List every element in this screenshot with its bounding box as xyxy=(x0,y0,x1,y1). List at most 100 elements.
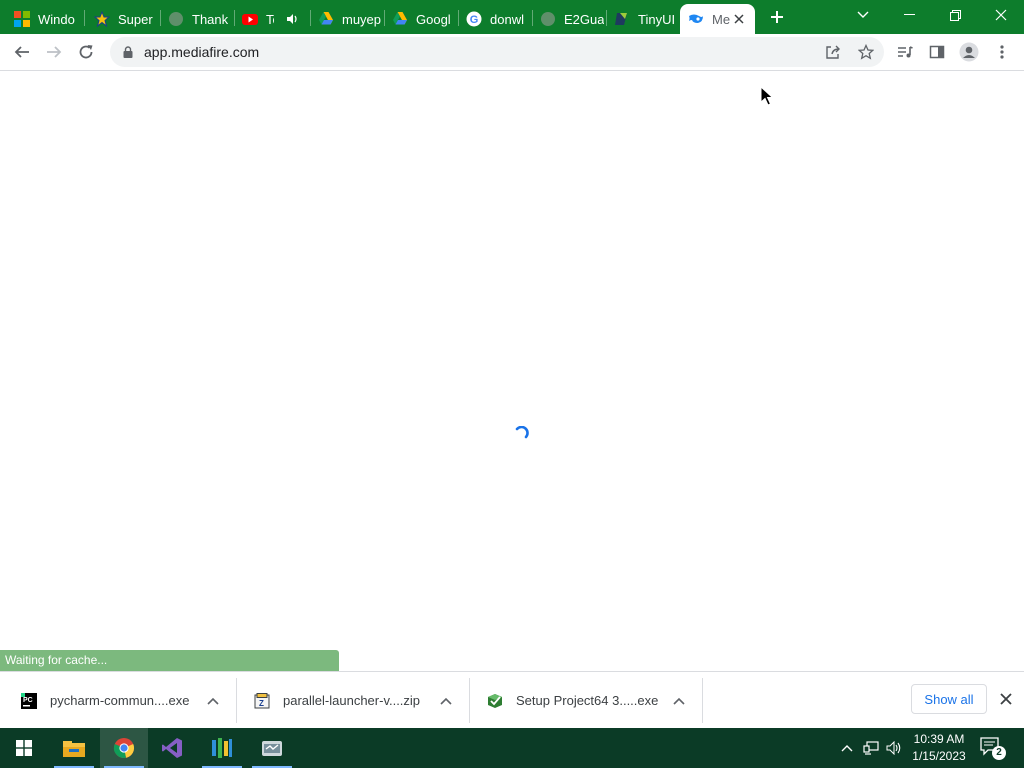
google-drive-icon xyxy=(318,11,334,27)
media-control-icon xyxy=(898,46,913,58)
svg-text:Z: Z xyxy=(259,699,264,708)
tab-title: Googl xyxy=(416,11,451,27)
zip-icon: Z xyxy=(253,692,271,710)
media-control-button[interactable] xyxy=(891,38,919,66)
reload-button[interactable] xyxy=(72,38,100,66)
action-center-button[interactable]: 2 xyxy=(980,736,1006,760)
show-all-button[interactable]: Show all xyxy=(911,684,987,714)
tab-thank[interactable]: Thank xyxy=(160,4,232,34)
show-hidden-icons-chevron-icon[interactable] xyxy=(837,738,857,758)
taskbar-app[interactable] xyxy=(198,728,246,768)
download-item[interactable]: Setup Project64 3.....exe xyxy=(486,678,702,723)
visual-studio-icon xyxy=(162,738,182,758)
app2-icon xyxy=(262,741,282,756)
url-text[interactable]: app.mediafire.com xyxy=(144,44,259,60)
download-shelf: PC pycharm-commun....exe Z parallel-laun… xyxy=(0,671,1024,728)
youtube-icon xyxy=(242,11,258,27)
reload-icon xyxy=(79,45,93,59)
volume-icon[interactable] xyxy=(884,738,904,758)
taskbar-file-explorer[interactable] xyxy=(50,728,98,768)
arrow-left-icon xyxy=(14,46,29,58)
svg-text:PC: PC xyxy=(23,697,33,704)
download-item[interactable]: Z parallel-launcher-v....zip xyxy=(253,678,469,723)
download-filename: parallel-launcher-v....zip xyxy=(283,693,421,708)
profile-button[interactable] xyxy=(955,38,983,66)
globe-icon xyxy=(540,11,556,27)
tab-google-download[interactable]: G donwl xyxy=(458,4,532,34)
clock-date: 1/15/2023 xyxy=(912,749,966,763)
google-icon: G xyxy=(466,11,482,27)
browser-toolbar: app.mediafire.com xyxy=(0,34,1024,71)
google-drive-icon xyxy=(392,11,408,27)
menu-button[interactable] xyxy=(988,38,1016,66)
speaker-icon[interactable] xyxy=(284,11,300,27)
lock-icon[interactable] xyxy=(120,44,136,60)
pycharm-icon: PC xyxy=(20,692,38,710)
taskbar-visual-studio[interactable] xyxy=(148,728,196,768)
chevron-up-icon[interactable] xyxy=(669,691,689,711)
tab-title: Thank xyxy=(192,11,229,27)
tab-title: Windo xyxy=(38,11,75,27)
app-icon xyxy=(212,738,232,758)
restore-button[interactable] xyxy=(932,0,978,30)
chevron-up-icon[interactable] xyxy=(203,691,223,711)
notification-count-badge: 2 xyxy=(992,746,1006,760)
tab-tinyui[interactable]: TinyUI xyxy=(606,4,680,34)
new-tab-button[interactable] xyxy=(755,2,799,32)
tab-youtube[interactable]: Tes xyxy=(234,4,308,34)
download-item[interactable]: PC pycharm-commun....exe xyxy=(20,678,236,723)
plus-icon xyxy=(771,11,783,23)
tab-title: muyep xyxy=(342,11,382,27)
chevron-up-icon[interactable] xyxy=(436,691,456,711)
svg-text:G: G xyxy=(470,14,479,26)
start-button[interactable] xyxy=(0,728,48,768)
network-icon[interactable] xyxy=(861,738,881,758)
star-icon xyxy=(94,11,110,27)
chrome-icon xyxy=(113,738,135,759)
close-icon xyxy=(995,9,1007,21)
minimize-button[interactable] xyxy=(886,0,932,30)
download-filename: pycharm-commun....exe xyxy=(50,693,190,708)
avatar-icon xyxy=(959,42,979,62)
tab-drive-muyep[interactable]: muyep xyxy=(310,4,384,34)
tab-e2gua[interactable]: E2Gua xyxy=(532,4,606,34)
start-icon xyxy=(16,740,32,756)
file-explorer-icon xyxy=(63,741,85,757)
tab-title: Me xyxy=(712,11,731,27)
tinyui-icon xyxy=(614,11,630,27)
restore-icon xyxy=(949,9,961,21)
taskbar-chrome[interactable] xyxy=(100,728,148,768)
windows-icon xyxy=(14,11,30,27)
clock-time: 10:39 AM xyxy=(913,732,965,746)
close-window-button[interactable] xyxy=(978,0,1024,30)
system-clock[interactable]: 10:39 AM 1/15/2023 xyxy=(908,731,970,765)
tab-windows[interactable]: Windo xyxy=(6,4,82,34)
tab-title: Super xyxy=(118,11,153,27)
kebab-menu-icon xyxy=(1000,45,1004,59)
side-panel-button[interactable] xyxy=(923,38,951,66)
minimize-icon xyxy=(903,14,915,15)
bookmark-star-icon[interactable] xyxy=(855,41,877,63)
globe-icon xyxy=(168,11,184,27)
forward-button[interactable] xyxy=(40,38,68,66)
loading-spinner-icon xyxy=(515,426,529,439)
share-icon[interactable] xyxy=(822,41,844,63)
back-button[interactable] xyxy=(8,38,36,66)
status-bubble: Waiting for cache... xyxy=(0,650,339,671)
page-content: Waiting for cache... xyxy=(0,71,1024,671)
download-filename: Setup Project64 3.....exe xyxy=(516,693,659,708)
side-panel-icon xyxy=(929,45,945,59)
tab-search-button[interactable] xyxy=(840,0,886,30)
tab-strip: Windo Super Thank Tes muyep xyxy=(0,0,1024,34)
arrow-right-icon xyxy=(47,46,62,58)
windows-taskbar: 10:39 AM 1/15/2023 2 xyxy=(0,728,1024,768)
tab-super[interactable]: Super xyxy=(86,4,158,34)
tab-mediafire-active[interactable]: Me xyxy=(680,4,755,34)
close-shelf-icon[interactable] xyxy=(996,689,1016,709)
tab-title: Tes xyxy=(266,11,274,27)
tab-title: donwl xyxy=(490,11,524,27)
taskbar-app-2[interactable] xyxy=(248,728,296,768)
address-bar[interactable]: app.mediafire.com xyxy=(110,37,884,67)
tab-drive-google[interactable]: Googl xyxy=(384,4,458,34)
close-tab-icon[interactable] xyxy=(731,11,747,27)
